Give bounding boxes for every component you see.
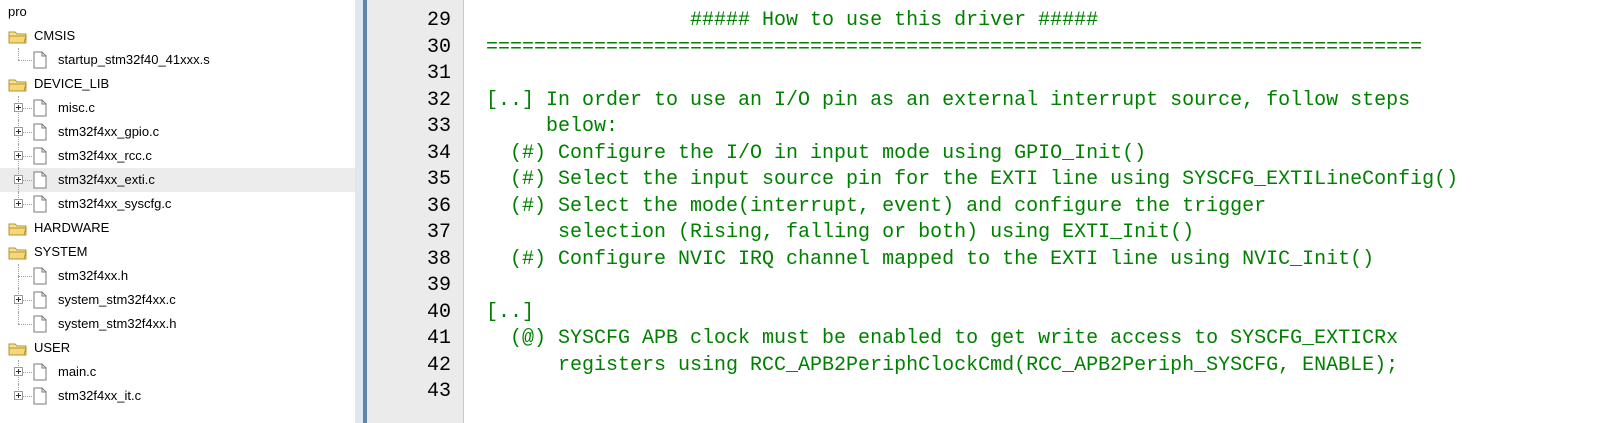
tree-connector-line [18, 276, 32, 277]
code-line[interactable]: (#) Select the input source pin for the … [486, 167, 1458, 193]
tree-root[interactable]: pro [0, 0, 355, 24]
code-line[interactable]: [..] [486, 300, 534, 326]
code-line[interactable]: ========================================… [486, 35, 1422, 61]
expand-plus-icon[interactable] [14, 295, 23, 304]
file-icon [33, 387, 47, 405]
tree-file-label: system_stm32f4xx.h [58, 316, 177, 331]
folder-icon [8, 342, 28, 356]
code-line[interactable]: registers using RCC_APB2PeriphClockCmd(R… [486, 353, 1398, 379]
code-line[interactable]: ##### How to use this driver ##### [486, 8, 1098, 34]
tree-file-label: startup_stm32f40_41xxx.s [58, 52, 210, 67]
line-number: 30 [426, 35, 451, 59]
expand-plus-icon[interactable] [14, 391, 23, 400]
line-number: 42 [426, 353, 451, 377]
tree-connector-line [18, 60, 32, 61]
code-line[interactable]: (#) Configure NVIC IRQ channel mapped to… [486, 247, 1374, 273]
code-line[interactable]: (#) Select the mode(interrupt, event) an… [486, 194, 1266, 220]
file-icon [33, 291, 47, 309]
line-number: 34 [426, 141, 451, 165]
tree-folder-label: SYSTEM [34, 244, 88, 259]
file-icon [33, 123, 47, 141]
splitter-gap [355, 0, 363, 423]
tree-folder[interactable]: HARDWARE [0, 216, 355, 240]
tree-folder[interactable]: DEVICE_LIB [0, 72, 355, 96]
expand-plus-icon[interactable] [14, 127, 23, 136]
line-number: 43 [426, 380, 451, 403]
line-number: 38 [426, 247, 451, 271]
project-tree[interactable]: pro CMSIS startup_stm32f40_41xxx.s DEVICE_L… [0, 0, 355, 423]
tree-file-label: misc.c [58, 100, 95, 115]
code-line[interactable]: selection (Rising, falling or both) usin… [486, 220, 1194, 246]
line-number: 33 [426, 115, 451, 138]
expand-plus-icon[interactable] [14, 151, 23, 160]
tree-file-label: system_stm32f4xx.c [58, 292, 176, 307]
tree-file[interactable]: main.c [0, 360, 355, 384]
line-number: 40 [426, 300, 451, 324]
line-number: 36 [426, 194, 451, 218]
tree-folder-label: CMSIS [34, 28, 76, 43]
file-icon [33, 363, 47, 381]
tree-file[interactable]: system_stm32f4xx.c [0, 288, 355, 312]
tree-folder-label: USER [34, 340, 71, 355]
tree-folder[interactable]: CMSIS [0, 24, 355, 48]
code-line[interactable]: below: [486, 114, 618, 140]
expand-plus-icon[interactable] [14, 103, 23, 112]
tree-file-label: stm32f4xx.h [58, 268, 129, 283]
file-icon [33, 315, 47, 333]
tree-file[interactable]: stm32f4xx_syscfg.c [0, 192, 355, 216]
tree-root-label: pro [8, 4, 27, 19]
tree-file[interactable]: startup_stm32f40_41xxx.s [0, 48, 355, 72]
line-number: 41 [426, 327, 451, 350]
tree-file[interactable]: stm32f4xx_it.c [0, 384, 355, 408]
folder-icon [8, 222, 28, 236]
file-icon [33, 99, 47, 117]
tree-file-label: stm32f4xx_rcc.c [58, 148, 152, 163]
line-number: 29 [426, 9, 451, 32]
folder-icon [8, 246, 28, 260]
tree-file[interactable]: misc.c [0, 96, 355, 120]
tree-connector-line [18, 48, 19, 60]
tree-file-label: stm32f4xx_syscfg.c [58, 196, 172, 211]
tree-file[interactable]: stm32f4xx_exti.c [0, 168, 355, 192]
file-icon [33, 267, 47, 285]
code-line[interactable]: (#) Configure the I/O in input mode usin… [486, 141, 1146, 167]
line-number-partial: 28 [367, 0, 451, 6]
code-editor[interactable]: ##### How to use this driver ##### ======… [464, 0, 1602, 423]
folder-icon [8, 30, 28, 44]
expand-plus-icon[interactable] [14, 175, 23, 184]
tree-file-label: stm32f4xx_exti.c [58, 172, 155, 187]
tree-file-label: stm32f4xx_gpio.c [58, 124, 160, 139]
expand-plus-icon[interactable] [14, 199, 23, 208]
code-line[interactable]: (@) SYSCFG APB clock must be enabled to … [486, 326, 1398, 352]
line-number: 35 [426, 168, 451, 191]
expand-plus-icon[interactable] [14, 367, 23, 376]
tree-file-label: main.c [58, 364, 97, 379]
file-icon [33, 51, 47, 69]
tree-folder[interactable]: SYSTEM [0, 240, 355, 264]
tree-folder[interactable]: USER [0, 336, 355, 360]
tree-file[interactable]: stm32f4xx.h [0, 264, 355, 288]
tree-folder-label: HARDWARE [34, 220, 110, 235]
line-number: 37 [426, 221, 451, 244]
line-number: 39 [426, 274, 451, 297]
line-number-gutter: 28 29 30 31 32 33 34 35 36 37 38 39 40 41 42 43 [367, 0, 464, 423]
tree-file[interactable]: stm32f4xx_gpio.c [0, 120, 355, 144]
code-line[interactable]: [..] In order to use an I/O pin as an ex… [486, 88, 1410, 114]
tree-file-label: stm32f4xx_it.c [58, 388, 142, 403]
tree-folder-label: DEVICE_LIB [34, 76, 110, 91]
file-icon [33, 195, 47, 213]
tree-connector-line [18, 312, 19, 324]
tree-file[interactable]: system_stm32f4xx.h [0, 312, 355, 336]
file-icon [33, 171, 47, 189]
folder-icon [8, 78, 28, 92]
line-number: 31 [426, 62, 451, 85]
file-icon [33, 147, 47, 165]
tree-connector-line [18, 324, 32, 325]
line-number: 32 [426, 88, 451, 112]
tree-file[interactable]: stm32f4xx_rcc.c [0, 144, 355, 168]
